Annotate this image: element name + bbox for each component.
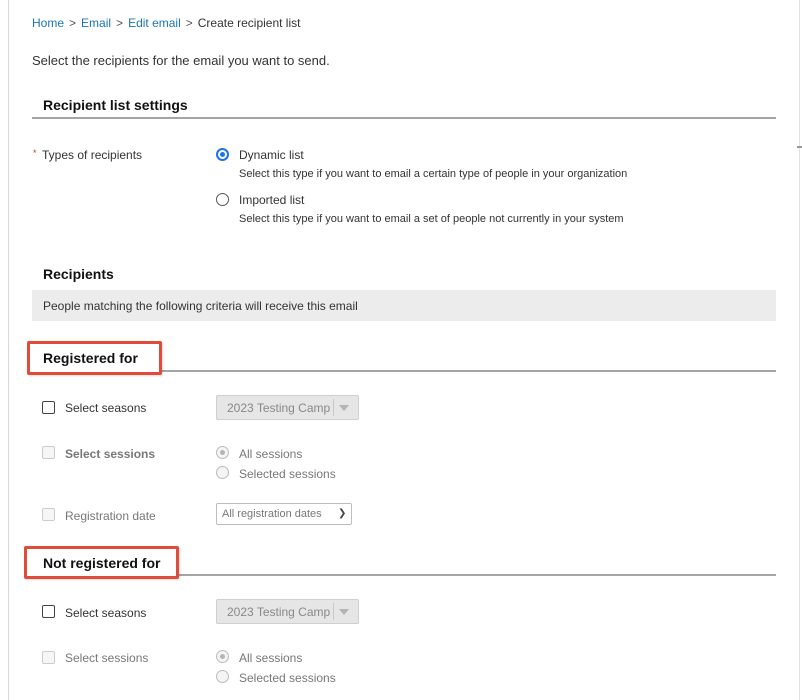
breadcrumb-email-link[interactable]: Email: [81, 16, 111, 30]
registered-selected-sessions-radio[interactable]: [216, 466, 229, 479]
registered-season-select[interactable]: 2023 Testing Camp: [216, 395, 359, 420]
breadcrumb-separator: >: [116, 16, 124, 30]
registered-select-sessions-checkbox[interactable]: [42, 446, 55, 459]
not-registered-season-select[interactable]: 2023 Testing Camp: [216, 599, 359, 624]
dropdown-arrow-icon: [339, 609, 349, 615]
not-registered-for-heading: Not registered for: [43, 555, 161, 571]
breadcrumb-home-link[interactable]: Home: [32, 16, 64, 30]
registered-for-heading: Registered for: [43, 350, 138, 366]
imported-list-radio[interactable]: [216, 193, 229, 206]
right-border: [799, 0, 800, 700]
criteria-banner: People matching the following criteria w…: [32, 290, 776, 321]
not-registered-select-sessions-checkbox[interactable]: [42, 651, 55, 664]
chevron-down-icon: ❯: [338, 508, 347, 519]
left-border: [8, 0, 9, 700]
page-intro: Select the recipients for the email you …: [32, 53, 330, 68]
registration-date-label: Registration date: [65, 509, 156, 523]
section-divider: [32, 117, 776, 119]
not-registered-select-sessions-label: Select sessions: [65, 651, 149, 665]
select-divider: [333, 399, 334, 416]
required-marker: *: [33, 148, 37, 158]
not-registered-season-value: 2023 Testing Camp: [227, 605, 331, 619]
not-registered-for-heading-box: Not registered for: [24, 546, 179, 579]
not-registered-all-sessions-label: All sessions: [239, 651, 303, 665]
scroll-marker: [797, 146, 802, 148]
registration-date-value: All registration dates: [222, 508, 322, 520]
registered-for-heading-box: Registered for: [27, 341, 162, 375]
not-registered-all-sessions-radio[interactable]: [216, 650, 229, 663]
dynamic-list-help: Select this type if you want to email a …: [239, 168, 628, 180]
breadcrumb: Home > Email > Edit email > Create recipient l…: [32, 16, 300, 30]
registered-select-seasons-checkbox[interactable]: [42, 401, 55, 414]
not-registered-select-seasons-label: Select seasons: [65, 606, 147, 620]
registered-all-sessions-label: All sessions: [239, 447, 303, 461]
registered-select-seasons-label: Select seasons: [65, 401, 147, 415]
registration-date-select[interactable]: All registration dates ❯: [216, 503, 352, 525]
dynamic-list-radio[interactable]: [216, 148, 229, 161]
imported-list-help: Select this type if you want to email a …: [239, 213, 624, 225]
breadcrumb-separator: >: [185, 16, 193, 30]
not-registered-select-seasons-checkbox[interactable]: [42, 605, 55, 618]
criteria-banner-text: People matching the following criteria w…: [43, 299, 358, 313]
imported-list-label[interactable]: Imported list: [239, 193, 304, 207]
not-registered-selected-sessions-label: Selected sessions: [239, 671, 336, 685]
breadcrumb-edit-email-link[interactable]: Edit email: [128, 16, 181, 30]
registered-select-sessions-label: Select sessions: [65, 447, 156, 461]
select-divider: [333, 603, 334, 620]
registration-date-checkbox[interactable]: [42, 508, 55, 521]
recipients-heading: Recipients: [43, 266, 114, 282]
types-of-recipients-label: Types of recipients: [42, 148, 143, 162]
not-registered-selected-sessions-radio[interactable]: [216, 670, 229, 683]
registered-selected-sessions-label: Selected sessions: [239, 467, 336, 481]
dropdown-arrow-icon: [339, 405, 349, 411]
registered-season-value: 2023 Testing Camp: [227, 401, 331, 415]
breadcrumb-separator: >: [69, 16, 77, 30]
recipient-list-settings-heading: Recipient list settings: [43, 97, 188, 113]
registered-all-sessions-radio[interactable]: [216, 446, 229, 459]
breadcrumb-current: Create recipient list: [197, 16, 301, 30]
dynamic-list-label[interactable]: Dynamic list: [239, 148, 304, 162]
